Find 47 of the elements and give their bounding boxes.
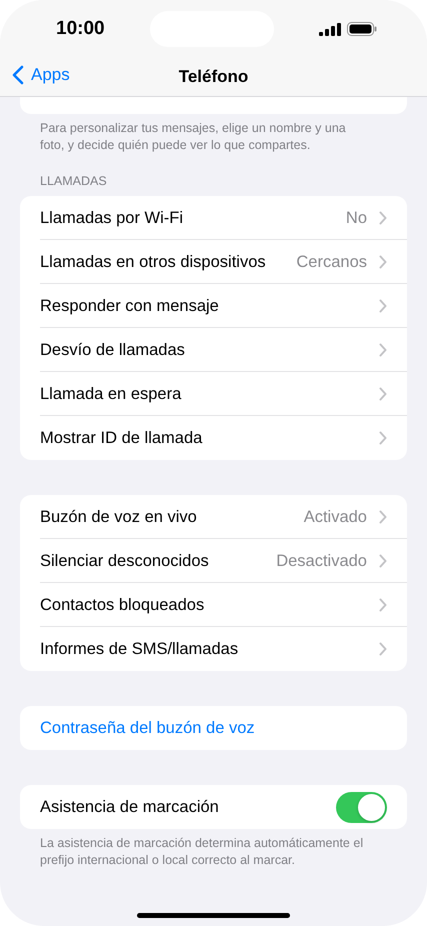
battery-icon bbox=[347, 22, 377, 36]
row-value: Activado bbox=[304, 508, 367, 526]
chevron-right-icon bbox=[379, 554, 387, 568]
section-footer: La asistencia de marcación determina automáticamente el prefijo internacional o local correcto al marcar. bbox=[20, 835, 407, 869]
chevron-right-icon bbox=[379, 343, 387, 357]
row-label: Informes de SMS/llamadas bbox=[40, 640, 238, 658]
chevron-right-icon bbox=[379, 299, 387, 313]
row-link: Contraseña del buzón de voz bbox=[40, 718, 255, 738]
settings-row[interactable]: Informes de SMS/llamadas bbox=[20, 627, 407, 671]
settings-row[interactable]: Silenciar desconocidos Desactivado bbox=[20, 539, 407, 583]
row-label: Desvío de llamadas bbox=[40, 340, 185, 360]
row-label: Contactos bloqueados bbox=[40, 596, 204, 614]
section-footer: Para personalizar tus mensajes, elige un nombre y una foto, y decide quién puede ver lo que compartes. bbox=[20, 120, 407, 154]
row-value: Desactivado bbox=[276, 552, 367, 570]
settings-row[interactable]: Responder con mensaje bbox=[20, 284, 407, 328]
row-label: Llamada en espera bbox=[40, 384, 182, 404]
section-header: LLAMADAS bbox=[39, 174, 108, 188]
row-label: Silenciar desconocidos bbox=[40, 552, 209, 570]
page-title: Teléfono bbox=[178, 67, 248, 87]
row-label: Buzón de voz en vivo bbox=[40, 508, 197, 526]
chevron-right-icon bbox=[379, 598, 387, 612]
row-value: No bbox=[346, 208, 367, 228]
signal-icon bbox=[319, 22, 341, 36]
chevron-right-icon bbox=[379, 642, 387, 656]
status-time: 10:00 bbox=[56, 18, 105, 40]
chevron-right-icon bbox=[379, 211, 387, 225]
back-button[interactable]: Apps bbox=[12, 65, 70, 85]
chevron-left-icon bbox=[12, 65, 24, 85]
chevron-right-icon bbox=[379, 431, 387, 445]
row-label: Responder con mensaje bbox=[40, 296, 219, 316]
settings-row[interactable]: Buzón de voz en vivo Activado bbox=[20, 495, 407, 539]
toggle-switch[interactable] bbox=[336, 792, 387, 822]
settings-row[interactable]: Llamadas por Wi-Fi No bbox=[20, 196, 407, 240]
row-label: Mostrar ID de llamada bbox=[40, 428, 202, 448]
settings-row[interactable]: Llamada en espera bbox=[20, 372, 407, 416]
settings-row[interactable]: Mostrar ID de llamada bbox=[20, 416, 407, 460]
settings-row[interactable]: Contraseña del buzón de voz bbox=[20, 706, 407, 750]
row-label: Asistencia de marcación bbox=[40, 798, 219, 816]
row-value: Cercanos bbox=[296, 252, 367, 272]
chevron-right-icon bbox=[379, 387, 387, 401]
settings-row[interactable]: Llamadas en otros dispositivos Cercanos bbox=[20, 240, 407, 284]
row-label: Llamadas en otros dispositivos bbox=[40, 252, 266, 272]
settings-row[interactable]: Desvío de llamadas bbox=[20, 328, 407, 372]
row-label: Llamadas por Wi-Fi bbox=[40, 208, 184, 228]
settings-row[interactable]: Contactos bloqueados bbox=[20, 583, 407, 627]
chevron-right-icon bbox=[379, 255, 387, 269]
chevron-right-icon bbox=[379, 510, 387, 524]
